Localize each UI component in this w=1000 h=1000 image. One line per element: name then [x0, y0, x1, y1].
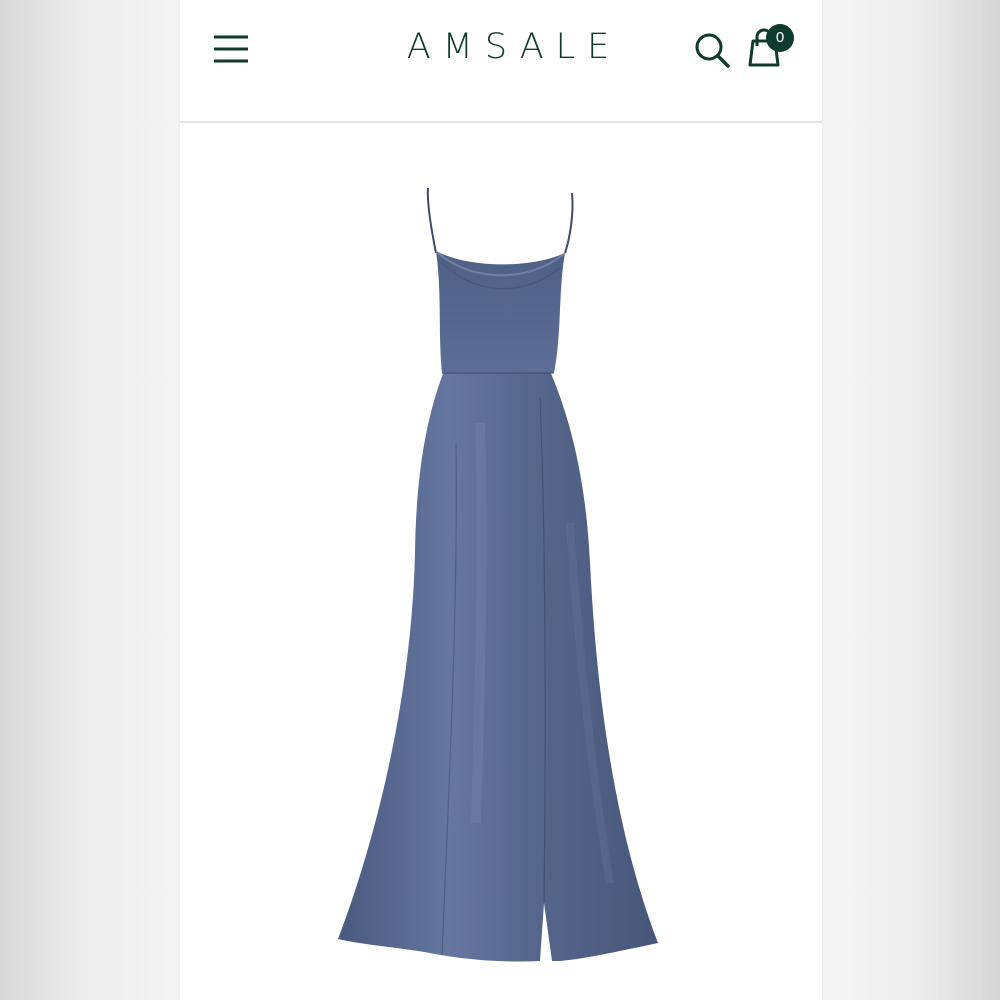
search-button[interactable]: [692, 30, 732, 70]
search-icon: [695, 33, 730, 68]
menu-button[interactable]: [210, 30, 252, 68]
site-header: AMSALE 0: [180, 0, 822, 123]
cart-button[interactable]: 0: [740, 22, 800, 72]
product-image[interactable]: [180, 123, 822, 1000]
hamburger-menu-icon: [214, 35, 248, 63]
dress-image: [338, 187, 658, 962]
cart-count-badge: 0: [766, 24, 794, 52]
brand-logo[interactable]: AMSALE: [405, 24, 623, 70]
mobile-page: AMSALE 0: [180, 0, 822, 1000]
